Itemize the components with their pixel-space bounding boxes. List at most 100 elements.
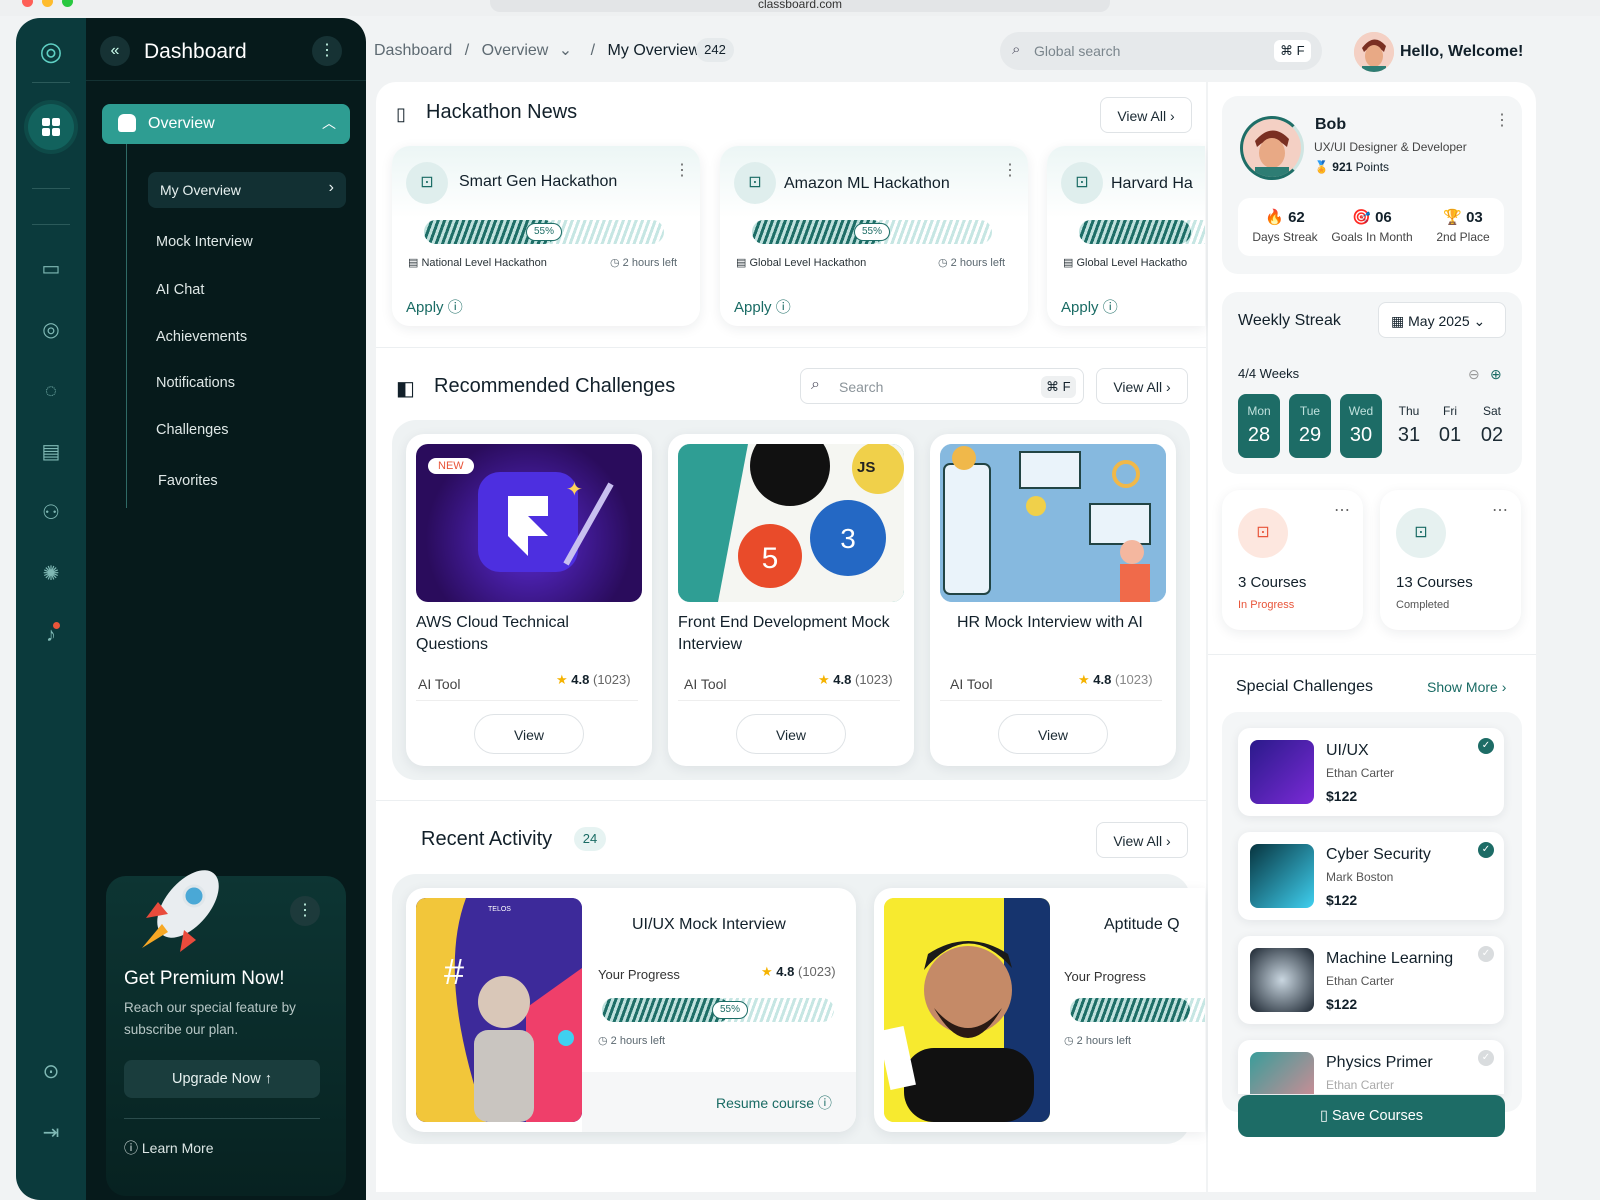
apply-link[interactable]: Apply ⓘ xyxy=(734,296,791,317)
uiux-thumbnail: # xyxy=(416,898,582,1122)
challenge-rating: ★ 4.8 (1023) xyxy=(818,672,893,688)
resume-course-link[interactable]: Resume course ⓘ xyxy=(716,1093,832,1113)
check-circle-icon[interactable]: ✓ xyxy=(1478,842,1494,858)
card-menu-icon[interactable]: ⋯ xyxy=(1492,500,1508,520)
sidebar-item-ai-chat[interactable]: AI Chat xyxy=(156,282,204,298)
sidebar: « Dashboard ⋮ Overview ︿ My Overview › M… xyxy=(86,18,366,1200)
chat-icon[interactable]: ◌ xyxy=(38,378,64,404)
special-challenge-item[interactable]: Physics Primer Ethan Carter ✓ xyxy=(1238,1040,1504,1094)
card-menu-icon[interactable]: ⋯ xyxy=(1334,500,1350,520)
review-count: (1023) xyxy=(1114,672,1153,687)
course-thumbnail xyxy=(1250,1052,1314,1094)
stat-label: Goals In Month xyxy=(1331,230,1413,244)
weeks-count: 4/4 Weeks xyxy=(1238,366,1300,381)
collapse-sidebar-icon[interactable]: « xyxy=(100,36,130,66)
upgrade-now-button[interactable]: Upgrade Now ↑ xyxy=(124,1060,320,1098)
card-menu-icon[interactable]: ⋮ xyxy=(674,160,690,180)
challenge-title-line1: AWS Cloud Technical xyxy=(416,614,569,631)
challenge-view-button[interactable]: View xyxy=(998,714,1108,754)
sidebar-item-challenges[interactable]: Challenges xyxy=(156,422,229,438)
learn-more-link[interactable]: ⓘ Learn More xyxy=(124,1138,213,1158)
challenge-search-input[interactable]: ⌕ Search ⌘ F xyxy=(800,368,1084,404)
sidebar-item-favorites[interactable]: Favorites xyxy=(158,473,218,489)
day-name: Sat xyxy=(1482,404,1501,418)
special-challenge-item[interactable]: Cyber Security Mark Boston $122 ✓ xyxy=(1238,832,1504,920)
profile-avatar[interactable] xyxy=(1240,116,1304,180)
bell-icon[interactable]: ♪ xyxy=(38,622,64,648)
target-icon[interactable]: ◎ xyxy=(38,317,64,343)
profile-stats: 🔥 62 Days Streak 🎯 06 Goals In Month 🏆 03 2… xyxy=(1238,198,1504,256)
day-wed[interactable]: Wed 30 xyxy=(1340,394,1382,458)
challenges-view-all-button[interactable]: View All › xyxy=(1096,368,1188,404)
hackathon-card[interactable]: ⊡ Smart Gen Hackathon ⋮ 55% ▤ National L… xyxy=(392,146,700,326)
apply-link[interactable]: Apply ⓘ xyxy=(1061,296,1118,317)
day-thu[interactable]: Thu 31 xyxy=(1388,394,1430,458)
activity-view-all-button[interactable]: View All › xyxy=(1096,822,1188,858)
profile-menu-icon[interactable]: ⋮ xyxy=(1494,110,1510,130)
hackathon-card[interactable]: ⊡ Harvard Ha ▤ Global Level Hackatho App… xyxy=(1047,146,1205,326)
day-date: 02 xyxy=(1480,424,1504,446)
search-placeholder: Search xyxy=(839,379,884,395)
hackathon-level: ▤ National Level Hackathon xyxy=(408,257,547,269)
check-circle-icon[interactable]: ✓ xyxy=(1478,738,1494,754)
breadcrumb-dashboard[interactable]: Dashboard xyxy=(374,42,452,59)
breadcrumb-overview[interactable]: Overview xyxy=(482,42,549,59)
show-more-link[interactable]: Show More › xyxy=(1427,679,1506,695)
challenge-view-button[interactable]: View xyxy=(736,714,846,754)
prev-week-icon[interactable]: ⊖ xyxy=(1468,366,1480,383)
day-sat[interactable]: Sat 02 xyxy=(1471,394,1513,458)
overview-menu-button[interactable]: Overview ︿ xyxy=(102,104,350,144)
time-label: 2 hours left xyxy=(610,1035,666,1047)
grid-dashboard-icon[interactable] xyxy=(28,104,74,150)
save-courses-button[interactable]: ▯ Save Courses xyxy=(1238,1095,1505,1137)
challenge-card[interactable]: HR Mock Interview with AI AI Tool ★ 4.8 … xyxy=(930,434,1176,766)
month-value: May 2025 xyxy=(1408,313,1470,329)
url-bar[interactable]: classboard.com xyxy=(490,0,1110,12)
challenge-card[interactable]: 5 3 JS Front End Development Mock Intervi… xyxy=(668,434,914,766)
course-count: 3 Courses xyxy=(1238,574,1307,591)
sidebar-item-my-overview[interactable]: My Overview › xyxy=(148,172,346,208)
global-search-input[interactable]: ⌕ Global search ⌘ F xyxy=(1000,32,1322,70)
sidebar-item-notifications[interactable]: Notifications xyxy=(156,375,235,391)
course-thumbnail xyxy=(1250,740,1314,804)
settings-icon[interactable]: ⊙ xyxy=(38,1059,64,1085)
easel-icon: ⊡ xyxy=(1238,508,1288,558)
courses-in-progress-card[interactable]: ⊡ ⋯ 3 Courses In Progress xyxy=(1222,490,1363,630)
stat-value: 62 xyxy=(1288,209,1305,226)
hackathon-card[interactable]: ⊡ Amazon ML Hackathon ⋮ 55% ▤ Global Lev… xyxy=(720,146,1028,326)
document-search-icon[interactable]: ▤ xyxy=(38,439,64,465)
users-icon[interactable]: ⚇ xyxy=(38,500,64,526)
avatar[interactable] xyxy=(1354,32,1394,72)
challenge-card[interactable]: ✦ NEW AWS Cloud Technical Questions AI T… xyxy=(406,434,652,766)
apply-link[interactable]: Apply ⓘ xyxy=(406,296,463,317)
check-circle-icon[interactable]: ✓ xyxy=(1478,1050,1494,1066)
rating-value: 4.8 xyxy=(833,672,852,687)
day-tue[interactable]: Tue 29 xyxy=(1289,394,1331,458)
courses-completed-card[interactable]: ⊡ ⋯ 13 Courses Completed xyxy=(1380,490,1521,630)
logout-icon[interactable]: ⇥ xyxy=(38,1120,64,1146)
svg-text:#: # xyxy=(444,951,464,992)
challenge-view-button[interactable]: View xyxy=(474,714,584,754)
activity-card[interactable]: Aptitude Q Your Progress ◷ 2 hours left xyxy=(874,888,1205,1132)
sidebar-item-mock-interview[interactable]: Mock Interview xyxy=(156,234,253,250)
hackathon-view-all-button[interactable]: View All › xyxy=(1100,97,1192,133)
overview-label: Overview xyxy=(148,115,215,132)
sidebar-menu-icon[interactable]: ⋮ xyxy=(312,36,342,66)
sidebar-title: Dashboard xyxy=(144,40,247,63)
sidebar-item-achievements[interactable]: Achievements xyxy=(156,329,247,345)
activity-card[interactable]: # TELOS UI/UX Mock Interview Your Progre… xyxy=(406,888,856,1132)
special-challenge-item[interactable]: UI/UX Ethan Carter $122 ✓ xyxy=(1238,728,1504,816)
check-circle-icon[interactable]: ✓ xyxy=(1478,946,1494,962)
next-week-icon[interactable]: ⊕ xyxy=(1490,366,1502,383)
card-menu-icon[interactable]: ⋮ xyxy=(1002,160,1018,180)
special-challenge-item[interactable]: Machine Learning Ethan Carter $122 ✓ xyxy=(1238,936,1504,1024)
day-fri[interactable]: Fri 01 xyxy=(1429,394,1471,458)
time-left: ◷ 2 hours left xyxy=(1064,1035,1132,1047)
course-title: Physics Primer xyxy=(1326,1054,1433,1071)
premium-menu-icon[interactable]: ⋮ xyxy=(290,896,320,926)
day-mon[interactable]: Mon 28 xyxy=(1238,394,1280,458)
svg-text:3: 3 xyxy=(840,523,856,554)
book-icon[interactable]: ▭ xyxy=(38,256,64,282)
badge-icon[interactable]: ✺ xyxy=(38,561,64,587)
month-select[interactable]: ▦ May 2025 ⌄ xyxy=(1378,302,1506,338)
